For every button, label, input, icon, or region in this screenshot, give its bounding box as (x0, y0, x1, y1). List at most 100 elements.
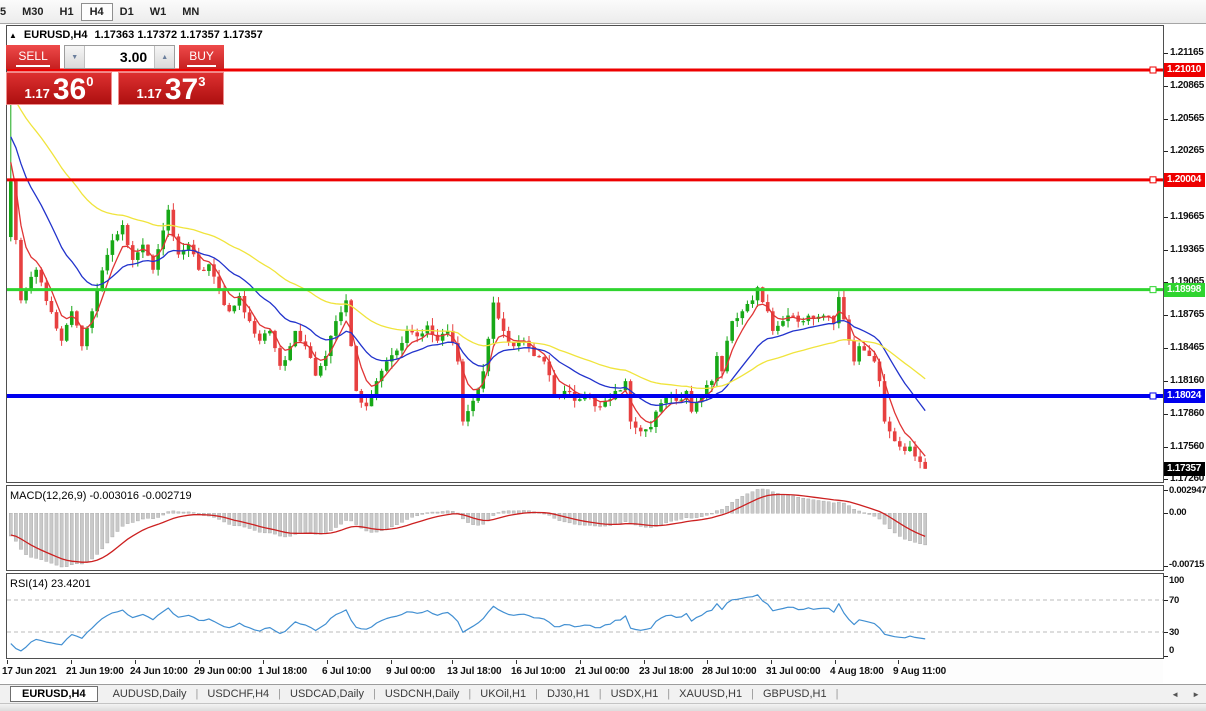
time-axis-tickmark (516, 660, 517, 664)
terminal-window: 5 M30 H1 H4 D1 W1 MN ▲ EURUSD,H4 1.17363 1.173… (0, 0, 1206, 711)
macd-axis-tickmark (1164, 490, 1168, 491)
timeframe-button-MN[interactable]: MN (173, 3, 208, 21)
chart-title: ▲ EURUSD,H4 1.17363 1.17372 1.17357 1.17… (9, 29, 263, 41)
price-axis-tickmark (1164, 381, 1168, 383)
price-axis-tickmark (1164, 446, 1168, 448)
tab-separator: | (835, 688, 839, 700)
time-axis-tickmark (71, 660, 72, 664)
price-axis-tick-label: 1.20265 (1170, 145, 1205, 157)
tab-USDCAD-Daily[interactable]: USDCAD,Daily (281, 688, 373, 700)
price-axis-tick-label: 1.18765 (1170, 309, 1205, 321)
tab-GBPUSD-H1[interactable]: GBPUSD,H1 (754, 688, 836, 700)
price-axis-tickmark (1164, 315, 1168, 317)
level-line-handle[interactable] (1149, 66, 1157, 74)
tab-EURUSD-H4[interactable]: EURUSD,H4 (10, 686, 98, 702)
bid-price-box[interactable]: 1.17 36 0 (6, 72, 112, 105)
price-axis-tick-label: 1.19665 (1170, 210, 1205, 222)
chart-tab-bar: EURUSD,H4 AUDUSD,Daily | USDCHF,H4 | USDCAD,D… (0, 684, 1206, 703)
ask-price-prefix: 1.17 (136, 86, 162, 101)
price-axis-tick-label: 1.21165 (1170, 47, 1204, 59)
buy-button[interactable]: BUY (179, 45, 224, 69)
tab-scroll-right-icon[interactable]: ► (1192, 690, 1200, 699)
time-axis-tickmark (199, 660, 200, 664)
tab-scroll-left-icon[interactable]: ◄ (1171, 690, 1179, 699)
price-axis-tick-label: 1.18160 (1170, 375, 1205, 387)
price-axis-tick-label: 1.18465 (1170, 341, 1205, 353)
time-axis-label: 9 Aug 11:00 (893, 666, 947, 677)
timeframe-button-W1[interactable]: W1 (141, 3, 176, 21)
price-axis-tick-label: 1.17560 (1170, 440, 1205, 452)
price-axis[interactable]: 1.211651.208651.205651.202651.199651.196… (1164, 24, 1206, 684)
timeframe-button-H4[interactable]: H4 (80, 2, 113, 21)
volume-decrease-button[interactable]: ▼ (65, 46, 86, 68)
last-price-badge: 1.17357 (1164, 461, 1205, 476)
price-axis-tickmark (1164, 347, 1168, 349)
tab-UKOil-H1[interactable]: UKOil,H1 (471, 688, 535, 700)
price-axis-tick-label: 1.17860 (1170, 407, 1205, 419)
volume-increase-button[interactable]: ▲ (154, 46, 175, 68)
time-axis-tickmark (452, 660, 453, 664)
triangle-up-icon: ▲ (161, 53, 169, 61)
price-axis-tickmark (1164, 53, 1168, 55)
ask-price-main: 37 (164, 73, 199, 106)
chart-symbol-label: EURUSD,H4 (23, 29, 88, 41)
macd-axis-tickmark (1164, 513, 1168, 515)
timeframe-button-D1[interactable]: D1 (111, 3, 143, 21)
candlestick-series (9, 89, 927, 469)
time-axis-tickmark (391, 660, 392, 664)
status-bar (0, 703, 1206, 711)
tab-scroll-arrows: ◄ ► (1171, 690, 1206, 699)
time-axis[interactable]: 17 Jun 2021 21 Jun 19:00 24 Jun 10:00 29 Ju… (0, 660, 1163, 683)
timeframe-button-H1[interactable]: H1 (51, 3, 83, 21)
collapse-triangle-icon[interactable]: ▲ (9, 30, 17, 41)
macd-scale-max: 0.002947 (1169, 485, 1206, 496)
timeframe-toolbar: 5 M30 H1 H4 D1 W1 MN (0, 0, 1206, 24)
tab-USDCHF-H4[interactable]: USDCHF,H4 (198, 688, 278, 700)
level-line-handle[interactable] (1149, 176, 1157, 184)
time-axis-tickmark (644, 660, 645, 664)
time-axis-label: 31 Jul 00:00 (766, 666, 821, 677)
time-axis-label: 17 Jun 2021 (2, 666, 57, 677)
time-axis-tickmark (135, 660, 136, 664)
time-axis-label: 21 Jun 19:00 (66, 666, 124, 677)
level-line-handle[interactable] (1149, 392, 1157, 400)
bid-price-pipette: 0 (86, 74, 94, 89)
tab-AUDUSD-Daily[interactable]: AUDUSD,Daily (104, 688, 196, 700)
level-price-badge: 1.18998 (1164, 282, 1205, 297)
rsi-scale-label: 0 (1169, 645, 1174, 656)
price-axis-tick-label: 1.20865 (1170, 79, 1205, 91)
level-line-handle[interactable] (1149, 286, 1157, 294)
timeframe-button-M30[interactable]: M30 (13, 3, 52, 21)
tab-USDCNH-Daily[interactable]: USDCNH,Daily (376, 688, 469, 700)
tab-XAUUSD-H1[interactable]: XAUUSD,H1 (670, 688, 751, 700)
volume-stepper: ▼ ▲ (64, 45, 176, 69)
rsi-indicator-label: RSI(14) 23.4201 (10, 578, 91, 590)
price-axis-tickmark (1164, 151, 1168, 153)
time-axis-label: 1 Jul 18:00 (258, 666, 307, 677)
time-axis-label: 24 Jun 10:00 (130, 666, 188, 677)
rsi-canvas[interactable] (7, 574, 1163, 658)
time-axis-label: 28 Jul 10:00 (702, 666, 757, 677)
sell-button-label: SELL (16, 48, 50, 67)
price-axis-tickmark (1164, 479, 1168, 481)
price-axis-tickmark (1164, 413, 1168, 415)
level-price-badge: 1.18024 (1164, 388, 1205, 403)
bid-price-main: 36 (52, 73, 87, 106)
sell-button[interactable]: SELL (6, 45, 61, 69)
tab-USDX-H1[interactable]: USDX,H1 (602, 688, 668, 700)
time-axis-tickmark (580, 660, 581, 664)
time-axis-tickmark (707, 660, 708, 664)
price-axis-tickmark (1164, 249, 1168, 251)
level-price-badge: 1.20004 (1164, 172, 1205, 187)
rsi-axis-tickmark (1164, 632, 1168, 633)
time-axis-label: 4 Aug 18:00 (830, 666, 884, 677)
ask-price-box[interactable]: 1.17 37 3 (118, 72, 224, 105)
time-axis-tickmark (327, 660, 328, 664)
chart-ohlc-readout: 1.17363 1.17372 1.17357 1.17357 (94, 29, 263, 41)
price-axis-tickmark (1164, 85, 1168, 87)
macd-axis-tickmark (1164, 566, 1168, 567)
time-axis-label: 9 Jul 00:00 (386, 666, 435, 677)
volume-input[interactable] (85, 46, 155, 68)
time-axis-label: 16 Jul 10:00 (511, 666, 566, 677)
tab-DJ30-H1[interactable]: DJ30,H1 (538, 688, 599, 700)
